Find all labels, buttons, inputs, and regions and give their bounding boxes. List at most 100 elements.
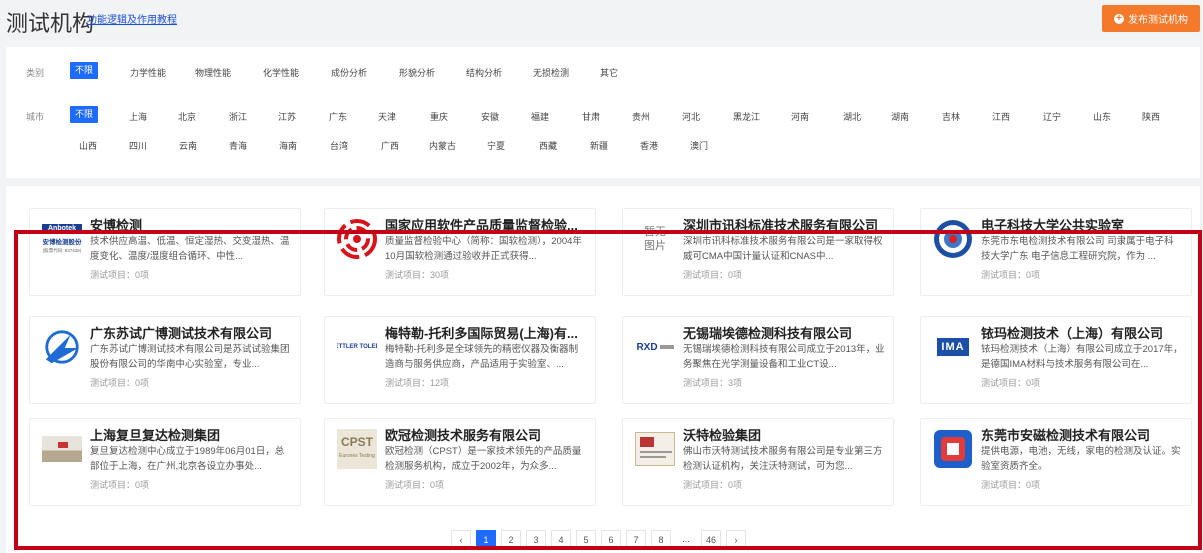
agency-card[interactable]: CPST Eurones Testing 欧冠检测技术服务有限公司 欧冠检测（C… [324,418,596,506]
anci-logo [934,430,972,468]
page-button[interactable]: 5 [576,530,596,548]
city-chip[interactable]: 黑龙江 [733,110,760,123]
category-chip[interactable]: 无损检测 [533,66,569,79]
city-chip[interactable]: 湖南 [891,110,909,123]
page-button[interactable]: 7 [626,530,646,548]
agency-card[interactable]: METTLER TOLEDO 梅特勒-托利多国际贸易(上海)有... 梅特勒-托… [324,316,596,404]
agency-description: 梅特勒-托利多是全球领先的精密仪器及衡器制造商与服务供应商，产品适用于实验室、.… [385,344,579,370]
pagination-ellipsis: ... [682,534,690,544]
page-button[interactable]: 8 [651,530,671,548]
city-chip[interactable]: 浙江 [229,110,247,123]
agency-test-count: 测试项目：0项 [90,480,150,490]
agency-description: 广东苏试广博测试技术有限公司是苏试试验集团股份有限公司的华南中心实验室，专业..… [90,344,290,370]
category-chip[interactable]: 成份分析 [331,66,367,79]
prev-page-button[interactable]: ‹ [451,530,471,548]
agency-card[interactable]: 暂无 图片 深圳市讯科标准技术服务有限公司 深圳市讯科标准技术服务有限公司是一家取… [622,208,894,296]
city-chip[interactable]: 甘肃 [582,110,600,123]
agency-name[interactable]: 沃特检验集团 [683,425,885,444]
agency-name[interactable]: 深圳市讯科标准技术服务有限公司 [683,215,885,234]
agency-description: 欧冠检测（CPST）是一家技术领先的产品质量检测服务机构，成立于2002年，为众… [385,446,582,472]
city-chip[interactable]: 安徽 [481,110,499,123]
city-chip[interactable]: 内蒙古 [429,139,456,152]
city-chip[interactable]: 广东 [329,110,347,123]
agency-name[interactable]: 广东苏试广博测试技术有限公司 [90,323,292,342]
next-page-button[interactable]: › [726,530,746,548]
page-number-list: 12345678 [476,530,671,548]
agency-card[interactable]: Anbotek 安博检测股份 (股票代码: 837435) 安博检测 技术供应高… [29,208,301,296]
city-chip[interactable]: 吉林 [942,110,960,123]
city-chip[interactable]: 上海 [129,110,147,123]
agency-name[interactable]: 梅特勒-托利多国际贸易(上海)有... [385,323,587,342]
agency-card[interactable]: 沃特检验集团 佛山市沃特测试技术服务有限公司是专业第三方检测认证机构，关注沃特测… [622,418,894,506]
page-button-last[interactable]: 46 [701,530,721,548]
city-chip[interactable]: 西藏 [539,139,557,152]
tutorial-link[interactable]: 功能逻辑及作用教程 [87,11,177,26]
category-chip[interactable]: 结构分析 [466,66,502,79]
city-chip[interactable]: 青海 [229,139,247,152]
agency-name[interactable]: 欧冠检测技术服务有限公司 [385,425,587,444]
agency-card[interactable]: 上海复旦复达检测集团 复旦复达检测中心成立于1989年06月01日，总部位于上海… [29,418,301,506]
category-chip[interactable]: 不限 [70,62,99,79]
city-chip[interactable]: 河南 [791,110,809,123]
page-button[interactable]: 1 [476,530,496,548]
agency-logo [42,429,82,469]
city-chip[interactable]: 天津 [378,110,396,123]
filter-panel: 类别 不限 力学性能 物理性能 化学性能 成份分析 形貌分析 结构分析 无损检测 其它 城市 不… [6,47,1200,178]
agency-name[interactable]: 电子科技大学公共实验室 [981,215,1183,234]
city-chip[interactable]: 湖北 [843,110,861,123]
city-chip[interactable]: 陕西 [1142,110,1160,123]
agency-card[interactable]: 国家应用软件产品质量监督检验... 质量监督检验中心（简称：国软检测），2004… [324,208,596,296]
city-chip[interactable]: 江苏 [278,110,296,123]
agency-name[interactable]: 铱玛检测技术（上海）有限公司 [981,323,1183,342]
page-button[interactable]: 2 [501,530,521,548]
city-chip[interactable]: 台湾 [330,139,348,152]
city-chip[interactable]: 海南 [279,139,297,152]
category-chip[interactable]: 力学性能 [130,66,166,79]
agency-test-count: 测试项目：0项 [981,480,1041,490]
city-chip[interactable]: 山西 [79,139,97,152]
publish-agency-button[interactable]: + 发布测试机构 [1102,5,1200,32]
category-chip[interactable]: 其它 [600,66,618,79]
agency-logo [933,219,973,259]
city-chip[interactable]: 宁夏 [487,139,505,152]
uestc-seal-logo [934,220,972,258]
city-chip[interactable]: 福建 [531,110,549,123]
agency-name[interactable]: 国家应用软件产品质量监督检验... [385,215,587,234]
page-button[interactable]: 3 [526,530,546,548]
city-chip[interactable]: 广西 [381,139,399,152]
city-chip[interactable]: 山东 [1093,110,1111,123]
agency-card[interactable]: 电子科技大学公共实验室 东莞市东电检测技术有限公司 司隶属于电子科技大学广东 电… [920,208,1192,296]
agency-description: 东莞市东电检测技术有限公司 司隶属于电子科技大学广东 电子信息工程研究院，作为 … [981,236,1174,262]
city-chip[interactable]: 北京 [178,110,196,123]
agency-card[interactable]: 广东苏试广博测试技术有限公司 广东苏试广博测试技术有限公司是苏试试验集团股份有限… [29,316,301,404]
city-chip[interactable]: 河北 [682,110,700,123]
city-filter-label: 城市 [26,112,45,122]
category-chip[interactable]: 物理性能 [195,66,231,79]
category-chip[interactable]: 形貌分析 [399,66,435,79]
city-chip[interactable]: 四川 [129,139,147,152]
agency-name[interactable]: 无锡瑞埃德检测科技有限公司 [683,323,885,342]
agency-card[interactable]: RXD 无锡瑞埃德检测科技有限公司 无锡瑞埃德检测科技有限公司成立于2013年，… [622,316,894,404]
agency-name[interactable]: 安博检测 [90,215,292,234]
agency-description: 无锡瑞埃德检测科技有限公司成立于2013年，业务聚焦在光学测量设备和工业CT设.… [683,344,885,370]
agency-name[interactable]: 东莞市安磁检测技术有限公司 [981,425,1183,444]
city-chip[interactable]: 新疆 [590,139,608,152]
cpst-logo: CPST Eurones Testing [337,429,377,469]
plus-icon: + [1114,13,1124,24]
city-chip[interactable]: 贵州 [632,110,650,123]
page-button[interactable]: 4 [551,530,571,548]
agency-test-count: 测试项目：0项 [385,480,445,490]
agency-card[interactable]: IMA 铱玛检测技术（上海）有限公司 铱玛检测技术（上海）有限公司成立于2017… [920,316,1192,404]
city-chip[interactable]: 香港 [640,139,658,152]
city-chip[interactable]: 重庆 [430,110,448,123]
page-button[interactable]: 6 [601,530,621,548]
certificate-photo [635,432,675,466]
city-chip[interactable]: 江西 [992,110,1010,123]
category-chip[interactable]: 化学性能 [263,66,299,79]
city-chip[interactable]: 辽宁 [1043,110,1061,123]
agency-card[interactable]: 东莞市安磁检测技术有限公司 提供电源，电池，无线，家电的检测及认证。实验室资质齐… [920,418,1192,506]
city-chip[interactable]: 云南 [179,139,197,152]
agency-name[interactable]: 上海复旦复达检测集团 [90,425,292,444]
city-chip[interactable]: 澳门 [690,139,708,152]
city-chip[interactable]: 不限 [70,106,99,123]
